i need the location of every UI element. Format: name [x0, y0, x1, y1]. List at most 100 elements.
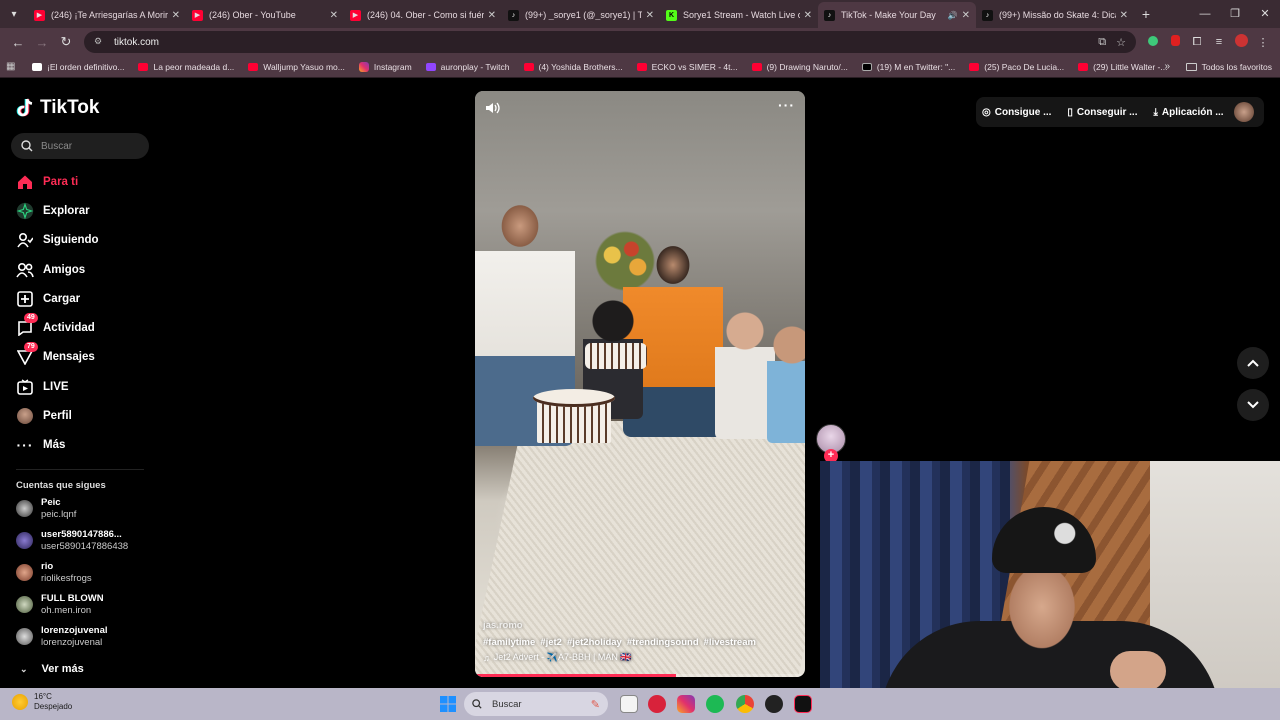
minimize-button[interactable]: — [1190, 0, 1220, 28]
url-text: tiktok.com [114, 36, 160, 48]
hashtag-link[interactable]: #livestream [704, 637, 756, 648]
hashtag-link[interactable]: #jet2holiday [567, 637, 622, 648]
tiktok-logo[interactable]: TikTok [16, 97, 99, 119]
video-author[interactable]: jas.romo [483, 620, 797, 631]
bookmarks-overflow-icon[interactable]: » [1164, 61, 1170, 72]
top-button-download[interactable]: ⤓ Aplicación ... [1153, 107, 1223, 118]
following-account[interactable]: lorenzojuvenal lorenzojuvenal [16, 625, 108, 648]
speaker-icon[interactable]: 🔊 [948, 11, 958, 20]
cast-icon[interactable]: ⧉ [1098, 36, 1106, 49]
browser-tab[interactable]: ▶ (246) Ober - YouTube ✕ [186, 2, 344, 28]
site-info-icon[interactable]: ⚙ [94, 36, 106, 48]
video-progress-bar[interactable] [475, 674, 805, 677]
volume-icon[interactable] [485, 101, 501, 115]
browser-tab[interactable]: ▶ (246) ¡Te Arriesgarías A Morir P ✕ [28, 2, 186, 28]
user-avatar[interactable] [1234, 102, 1254, 122]
address-bar[interactable]: ⚙ tiktok.com ⧉ ☆ [84, 31, 1136, 53]
browser-toolbar: ← → ↻ ⚙ tiktok.com ⧉ ☆ ⧠ ≡ ⋮ [0, 28, 1280, 56]
close-tab-icon[interactable]: ✕ [488, 10, 496, 21]
bookmark-item[interactable]: (29) Little Walter -... [1078, 62, 1167, 72]
following-account[interactable]: FULL BLOWN oh.men.iron [16, 593, 104, 616]
hashtag-link[interactable]: #familytime [483, 637, 535, 648]
all-bookmarks-folder[interactable]: Todos los favoritos [1185, 62, 1272, 72]
sidebar-item-mensajes[interactable]: 79 Mensajes [0, 342, 150, 372]
close-tab-icon[interactable]: ✕ [1120, 10, 1128, 21]
sidebar-item-ms[interactable]: ··· Más [0, 431, 150, 460]
close-tab-icon[interactable]: ✕ [962, 10, 970, 21]
spotify-icon[interactable] [706, 695, 724, 713]
browser-tab[interactable]: ♪ TikTok - Make Your Day 🔊 ✕ [818, 2, 976, 28]
browser-tab[interactable]: ♪ (99+) Missão do Skate 4: Dicas ✕ [976, 2, 1134, 28]
next-video-button[interactable] [1237, 389, 1269, 421]
extension-green-icon[interactable] [1142, 35, 1164, 49]
browser-tab[interactable]: ▶ (246) 04. Ober - Como si fuéran ✕ [344, 2, 502, 28]
sidebar-item-parati[interactable]: Para ti [0, 167, 150, 196]
windows-start-icon[interactable] [440, 696, 456, 712]
bookmark-favicon-icon [523, 62, 534, 71]
bookmark-item[interactable]: (4) Yoshida Brothers... [523, 62, 623, 72]
search-input[interactable]: Buscar [11, 133, 149, 159]
tab-search-button[interactable]: ▾ [0, 0, 28, 28]
following-account[interactable]: rio riolikesfrogs [16, 561, 92, 584]
browser-tab[interactable]: ♪ (99+) _sorye1 (@_sorye1) | TikTo ✕ [502, 2, 660, 28]
obs-icon[interactable] [765, 695, 783, 713]
app-red-icon[interactable] [648, 695, 666, 713]
video-player[interactable]: ··· jas.romo #familytime #jet2 #jet2holida… [475, 91, 805, 677]
tiktok-app-icon[interactable] [794, 695, 812, 713]
browser-tab[interactable]: K Sorye1 Stream - Watch Live on ✕ [660, 2, 818, 28]
bookmark-item[interactable]: Walljump Yasuo mo... [248, 62, 345, 72]
forward-button[interactable]: → [30, 35, 54, 50]
back-button[interactable]: ← [6, 35, 30, 50]
close-tab-icon[interactable]: ✕ [646, 10, 654, 21]
webcam-overlay [820, 461, 1280, 688]
bookmark-star-icon[interactable]: ☆ [1116, 36, 1126, 49]
instagram-icon[interactable] [677, 695, 695, 713]
extension-red-icon[interactable] [1164, 35, 1186, 49]
sidebar-item-explorar[interactable]: Explorar [0, 196, 150, 225]
hashtag-link[interactable]: #trendingsound [627, 637, 699, 648]
media-controls-icon[interactable]: ≡ [1208, 36, 1230, 48]
sidebar-item-cargar[interactable]: Cargar [0, 284, 150, 313]
hashtag-link[interactable]: #jet2 [540, 637, 562, 648]
new-tab-button[interactable]: + [1134, 6, 1158, 22]
bookmark-item[interactable]: ECKO vs SIMER - 4t... [636, 62, 738, 72]
see-more-button[interactable]: ⌄ Ver más [20, 663, 84, 675]
sidebar-item-perfil[interactable]: Perfil [0, 401, 150, 430]
bookmark-item[interactable]: (25) Paco De Lucia... [969, 62, 1064, 72]
maximize-button[interactable]: ❐ [1220, 0, 1250, 28]
reload-button[interactable]: ↻ [54, 34, 78, 50]
weather-widget[interactable]: 16°C Despejado [12, 692, 72, 712]
sidebar-item-live[interactable]: LIVE [0, 372, 150, 401]
music-info[interactable]: ♫ Jet2 Advert - ✈️A7-BBH | MAN 🇬🇧 [483, 652, 797, 663]
bookmark-item[interactable]: auronplay - Twitch [425, 62, 510, 72]
more-options-icon[interactable]: ··· [778, 97, 795, 113]
apps-grid-icon[interactable]: ▦ [6, 61, 24, 72]
sidebar-item-actividad[interactable]: 49 Actividad [0, 313, 150, 342]
profile-avatar-icon[interactable] [1230, 34, 1252, 50]
tab-title: Sorye1 Stream - Watch Live on [683, 10, 800, 20]
bookmark-item[interactable]: La peor madeada d... [138, 62, 234, 72]
sidebar-nav: Para ti Explorar Siguiendo Amigos Cargar 49 Ac… [0, 167, 150, 460]
close-tab-icon[interactable]: ✕ [804, 10, 812, 21]
close-tab-icon[interactable]: ✕ [172, 10, 180, 21]
bookmark-item[interactable]: (19) M en Twitter: "... [861, 62, 955, 72]
task-view-icon[interactable] [620, 695, 638, 713]
sidebar-item-amigos[interactable]: Amigos [0, 255, 150, 284]
taskbar-search[interactable]: Buscar ✎ [464, 692, 608, 716]
close-tab-icon[interactable]: ✕ [330, 10, 338, 21]
tiktok-icon: ♪ [982, 9, 993, 21]
following-account[interactable]: Peic peic.lqnf [16, 497, 76, 520]
close-window-button[interactable]: ✕ [1250, 0, 1280, 28]
sidebar-item-siguiendo[interactable]: Siguiendo [0, 226, 150, 255]
extensions-puzzle-icon[interactable]: ⧠ [1186, 36, 1208, 49]
top-button-coin[interactable]: ◎ Consigue ... [982, 107, 1051, 118]
previous-video-button[interactable] [1237, 347, 1269, 379]
bookmark-label: (29) Little Walter -... [1093, 61, 1168, 72]
browser-menu-icon[interactable]: ⋮ [1252, 36, 1274, 49]
bookmark-item[interactable]: ¡El orden definitivo... [32, 62, 124, 72]
bookmark-item[interactable]: Instagram [358, 61, 412, 72]
bookmark-item[interactable]: (9) Drawing Naruto/... [751, 62, 848, 72]
following-account[interactable]: user5890147886... user5890147886438 [16, 529, 128, 552]
chrome-icon[interactable] [736, 695, 754, 713]
top-button-phone[interactable]: ▯ Conseguir ... [1067, 107, 1137, 118]
